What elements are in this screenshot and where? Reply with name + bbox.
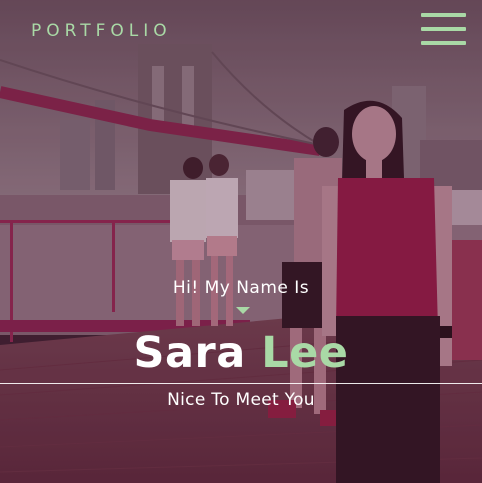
hero-name: Sara Lee bbox=[0, 327, 482, 379]
caret-down-icon bbox=[236, 307, 250, 314]
menu-bar-top bbox=[421, 13, 466, 17]
first-name: Sara bbox=[133, 328, 246, 378]
last-name: Lee bbox=[261, 328, 349, 378]
hero-tagline: Nice To Meet You bbox=[167, 390, 315, 410]
hero-divider bbox=[0, 383, 482, 384]
hero-greeting: Hi! My Name Is bbox=[172, 278, 310, 298]
hamburger-menu-icon[interactable] bbox=[421, 12, 468, 48]
portfolio-brand-logo[interactable]: PORTFOLIO bbox=[31, 20, 172, 42]
menu-bar-bottom bbox=[421, 41, 466, 45]
hero-section: PORTFOLIO Hi! My Name Is Sara Lee Nice T… bbox=[0, 0, 482, 483]
menu-bar-middle bbox=[421, 27, 466, 31]
